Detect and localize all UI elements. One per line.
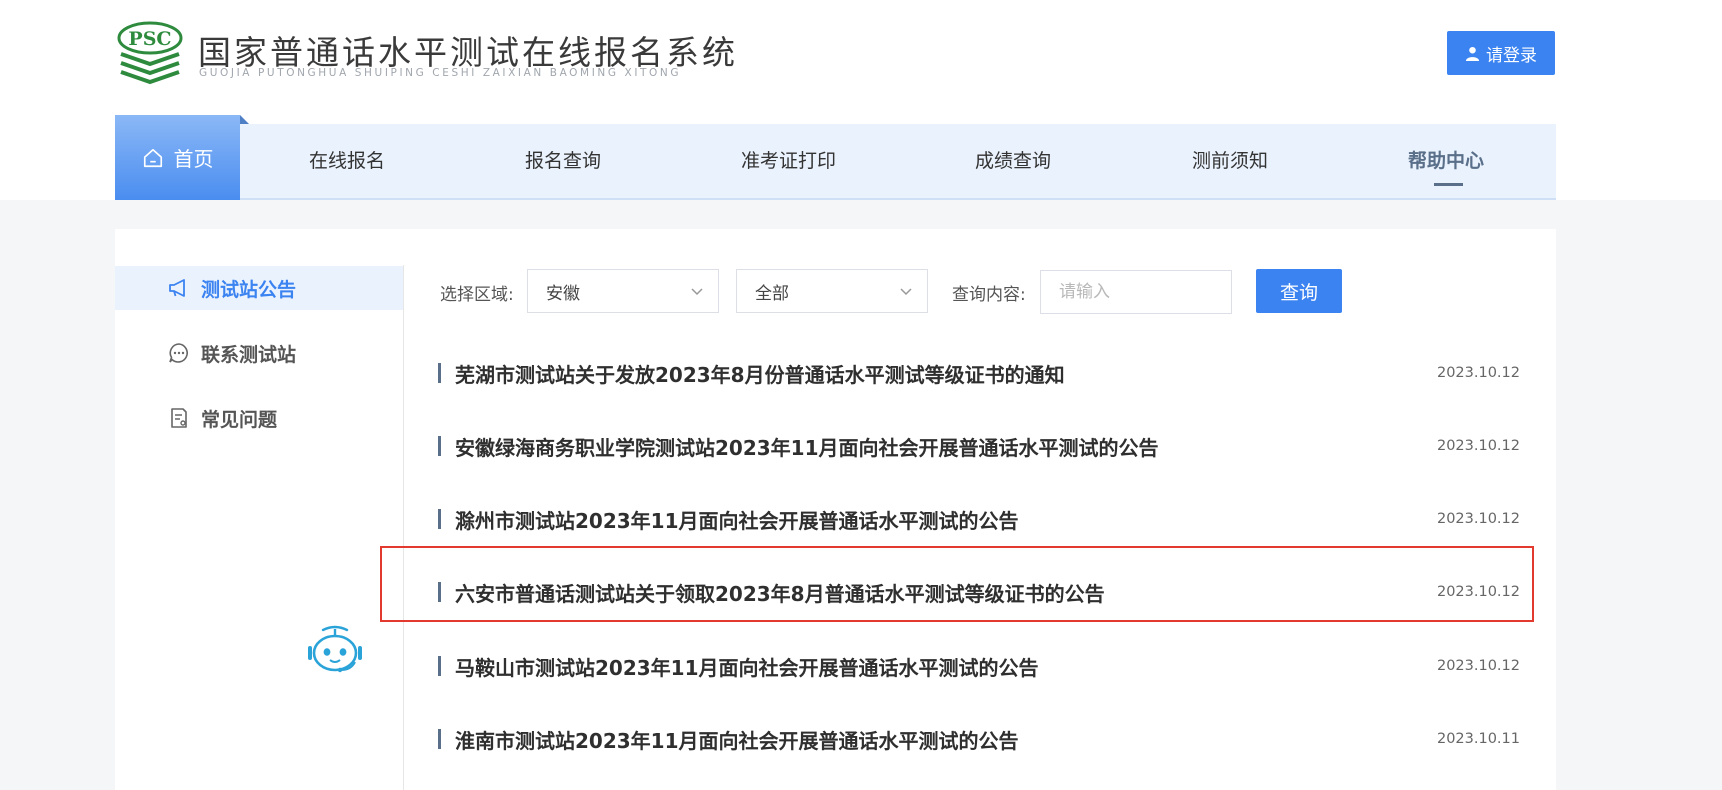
notice-row[interactable]: 马鞍山市测试站2023年11月面向社会开展普通话水平测试的公告 2023.10.… — [438, 646, 1520, 686]
nav-home-label: 首页 — [173, 147, 214, 171]
notice-date: 2023.10.12 — [1436, 658, 1520, 674]
query-label: 查询内容: — [952, 285, 1026, 305]
notice-date: 2023.10.12 — [1436, 365, 1520, 381]
sidebar-item-label: 联系测试站 — [201, 343, 297, 366]
notice-date: 2023.10.12 — [1436, 438, 1520, 454]
login-button[interactable]: 请登录 — [1447, 31, 1555, 75]
svg-text:PSC: PSC — [128, 28, 171, 50]
megaphone-icon — [169, 279, 185, 297]
notice-date: 2023.10.12 — [1436, 511, 1520, 527]
notice-date: 2023.10.11 — [1436, 731, 1520, 747]
chevron-down-icon — [900, 288, 912, 296]
login-label: 请登录 — [1486, 45, 1537, 66]
notice-title[interactable]: 滁州市测试站2023年11月面向社会开展普通话水平测试的公告 — [455, 505, 1437, 534]
user-icon — [1465, 46, 1480, 61]
sidebar-item-faq[interactable]: 常见问题 — [115, 396, 403, 440]
notice-title[interactable]: 安徽绿海商务职业学院测试站2023年11月面向社会开展普通话水平测试的公告 — [455, 432, 1437, 461]
nav-score-query[interactable]: 成绩查询 — [975, 146, 1051, 173]
notice-bullet — [438, 656, 441, 676]
psc-logo: PSC — [117, 21, 183, 85]
notice-bullet — [438, 729, 441, 749]
notice-title[interactable]: 芜湖市测试站关于发放2023年8月份普通话水平测试等级证书的通知 — [455, 359, 1437, 388]
notice-row[interactable]: 淮南市测试站2023年11月面向社会开展普通话水平测试的公告 2023.10.1… — [438, 719, 1520, 759]
sidebar-item-label: 常见问题 — [201, 408, 278, 431]
highlight-box — [380, 546, 1534, 622]
notice-bullet — [438, 436, 441, 456]
notice-title[interactable]: 淮南市测试站2023年11月面向社会开展普通话水平测试的公告 — [455, 725, 1437, 754]
area-select[interactable]: 全部 — [736, 269, 928, 313]
robot-assistant-icon[interactable] — [303, 624, 367, 676]
region-label: 选择区域: — [440, 285, 514, 305]
sidebar-item-label: 测试站公告 — [201, 278, 297, 301]
nav-home[interactable]: 首页 — [115, 115, 249, 200]
chevron-down-icon — [691, 288, 703, 296]
site-subtitle: GUOJIA PUTONGHUA SHUIPING CESHI ZAIXIAN … — [199, 67, 682, 79]
chat-bubble-icon — [169, 343, 188, 363]
notice-row[interactable]: 滁州市测试站2023年11月面向社会开展普通话水平测试的公告 2023.10.1… — [438, 499, 1520, 539]
notice-bullet — [438, 509, 441, 529]
nav-online-registration[interactable]: 在线报名 — [309, 146, 385, 173]
notice-bullet — [438, 363, 441, 383]
sidebar-divider — [403, 265, 404, 790]
sidebar-item-contact[interactable]: 联系测试站 — [115, 331, 403, 375]
nav-registration-query[interactable]: 报名查询 — [525, 146, 601, 173]
area-select-value: 全部 — [755, 283, 789, 304]
search-button[interactable]: 查询 — [1256, 269, 1342, 313]
nav-help-center[interactable]: 帮助中心 — [1408, 146, 1484, 173]
sidebar-item-notices[interactable]: 测试站公告 — [115, 266, 403, 310]
notice-row[interactable]: 芜湖市测试站关于发放2023年8月份普通话水平测试等级证书的通知 2023.10… — [438, 353, 1520, 393]
notice-title[interactable]: 马鞍山市测试站2023年11月面向社会开展普通话水平测试的公告 — [455, 652, 1437, 681]
notice-row[interactable]: 安徽绿海商务职业学院测试站2023年11月面向社会开展普通话水平测试的公告 20… — [438, 426, 1520, 466]
query-input[interactable] — [1040, 270, 1232, 314]
nav-admission-ticket[interactable]: 准考证打印 — [741, 146, 836, 173]
nav-active-indicator — [1434, 183, 1463, 186]
nav-pretest-notice[interactable]: 测前须知 — [1192, 146, 1268, 173]
home-icon — [143, 148, 162, 167]
region-select-value: 安徽 — [546, 283, 580, 304]
document-icon — [171, 408, 187, 428]
region-select[interactable]: 安徽 — [527, 269, 719, 313]
